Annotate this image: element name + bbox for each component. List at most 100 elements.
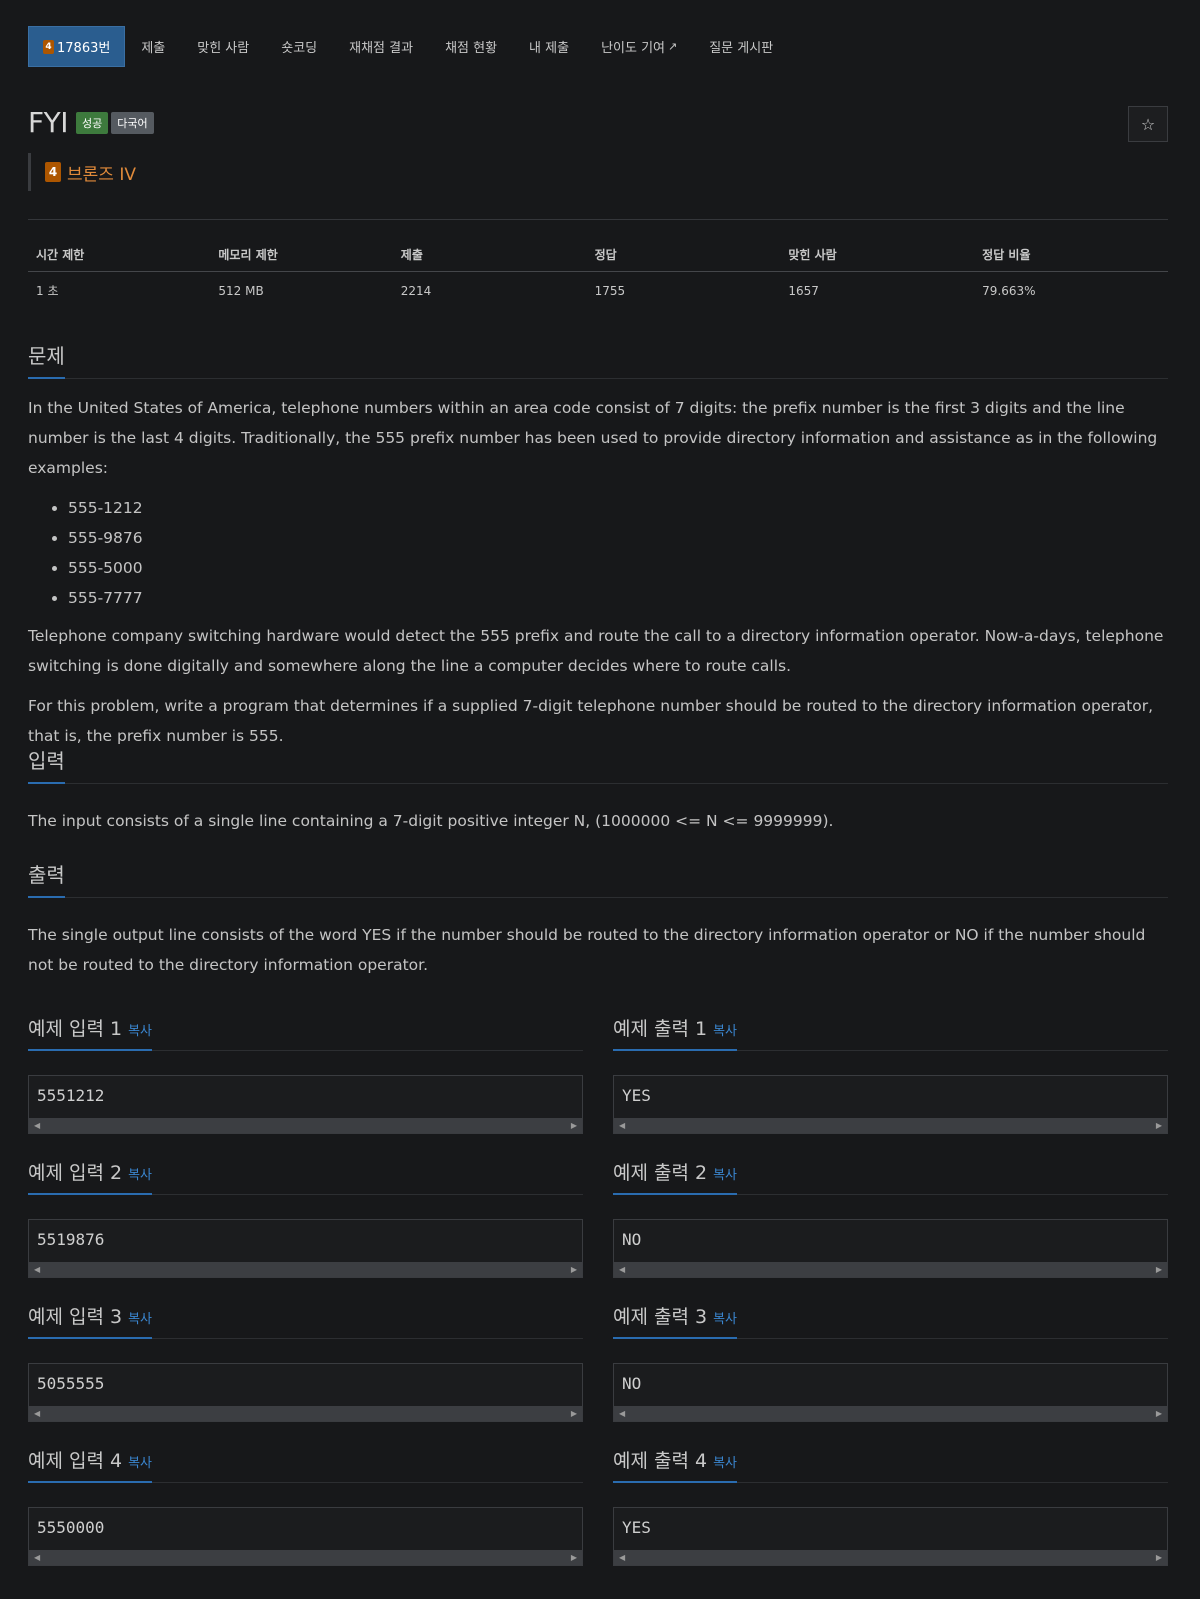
- list-item: 555-5000: [68, 553, 1168, 583]
- sample-data-box[interactable]: NO ◀ ▶: [613, 1219, 1168, 1278]
- sample-data: 5519876: [37, 1230, 105, 1249]
- problem-nav: 4 17863번 제출 맞힌 사람 숏코딩 재채점 결과 채점 현황 내 제출 …: [28, 26, 789, 67]
- table-row: 1 초 512 MB 2214 1755 1657 79.663%: [28, 272, 1168, 308]
- ratio-value: 79.663%: [982, 283, 1036, 298]
- sample-data: YES: [622, 1086, 651, 1105]
- sample-data: NO: [622, 1374, 642, 1393]
- copy-button[interactable]: 복사: [128, 1024, 152, 1039]
- description-paragraph: For this problem, write a program that d…: [28, 697, 1154, 745]
- scroll-right-icon[interactable]: ▶: [1156, 1409, 1162, 1418]
- tab-my-submissions[interactable]: 내 제출: [513, 26, 585, 67]
- scroll-left-icon[interactable]: ◀: [34, 1121, 40, 1130]
- sample-output-1: 예제 출력 1 복사 YES ◀ ▶: [613, 1014, 1168, 1134]
- solvers-value: 1657: [788, 283, 819, 298]
- external-link-icon: ↗: [668, 40, 678, 53]
- sample-data-box[interactable]: 5551212 ◀ ▶: [28, 1075, 583, 1134]
- tab-solvers[interactable]: 맞힌 사람: [181, 26, 265, 67]
- output-text: The single output line consists of the w…: [28, 926, 1146, 974]
- bronze-tier-icon: 4: [45, 162, 61, 182]
- copy-button[interactable]: 복사: [713, 1456, 737, 1471]
- scroll-right-icon[interactable]: ▶: [571, 1409, 577, 1418]
- sample-input-2: 예제 입력 2 복사 5519876 ◀ ▶: [28, 1158, 583, 1278]
- sample-input-4: 예제 입력 4 복사 5550000 ◀ ▶: [28, 1446, 583, 1566]
- sample-input-1: 예제 입력 1 복사 5551212 ◀ ▶: [28, 1014, 583, 1134]
- section-header: 입력: [28, 743, 1168, 784]
- scroll-left-icon[interactable]: ◀: [34, 1265, 40, 1274]
- problem-tier: 4 브론즈 IV: [28, 153, 136, 191]
- copy-button[interactable]: 복사: [713, 1024, 737, 1039]
- col-solvers: 맞힌 사람: [780, 240, 975, 272]
- scroll-right-icon[interactable]: ▶: [571, 1265, 577, 1274]
- section-header: 예제 출력 1 복사: [613, 1014, 1168, 1051]
- copy-button[interactable]: 복사: [713, 1168, 737, 1183]
- horizontal-scrollbar[interactable]: ◀ ▶: [614, 1262, 1167, 1277]
- scroll-left-icon[interactable]: ◀: [619, 1265, 625, 1274]
- scroll-right-icon[interactable]: ▶: [1156, 1553, 1162, 1562]
- tab-my-submissions-label: 내 제출: [529, 41, 570, 56]
- scroll-left-icon[interactable]: ◀: [619, 1121, 625, 1130]
- tab-submit-label: 제출: [141, 41, 166, 56]
- tab-solvers-label: 맞힌 사람: [197, 41, 250, 56]
- sample-data-box[interactable]: YES ◀ ▶: [613, 1075, 1168, 1134]
- example-list: 555-1212 555-9876 555-5000 555-7777: [28, 493, 1168, 613]
- horizontal-scrollbar[interactable]: ◀ ▶: [614, 1406, 1167, 1421]
- sample-data-box[interactable]: NO ◀ ▶: [613, 1363, 1168, 1422]
- horizontal-scrollbar[interactable]: ◀ ▶: [29, 1118, 582, 1133]
- sample-data-box[interactable]: 5519876 ◀ ▶: [28, 1219, 583, 1278]
- tab-submit[interactable]: 제출: [125, 26, 181, 67]
- sample-title: 예제 입력 4: [28, 1450, 123, 1472]
- scroll-right-icon[interactable]: ▶: [1156, 1265, 1162, 1274]
- section-header: 예제 입력 3 복사: [28, 1302, 583, 1339]
- tab-board[interactable]: 질문 게시판: [693, 26, 789, 67]
- status-badge-multilang: 다국어: [111, 111, 154, 134]
- sample-data-box[interactable]: 5055555 ◀ ▶: [28, 1363, 583, 1422]
- section-header: 출력: [28, 857, 1168, 898]
- status-badge-success: 성공: [75, 111, 109, 134]
- tab-short-coding[interactable]: 숏코딩: [265, 26, 333, 67]
- sample-data: 5550000: [37, 1518, 105, 1537]
- scroll-left-icon[interactable]: ◀: [34, 1409, 40, 1418]
- scroll-left-icon[interactable]: ◀: [619, 1553, 625, 1562]
- description-paragraph: Telephone company switching hardware wou…: [28, 627, 1164, 675]
- scroll-left-icon[interactable]: ◀: [34, 1553, 40, 1562]
- copy-button[interactable]: 복사: [713, 1312, 737, 1327]
- col-ratio: 정답 비율: [974, 240, 1168, 272]
- memory-limit-value: 512 MB: [218, 283, 264, 298]
- sample-data-box[interactable]: YES ◀ ▶: [613, 1507, 1168, 1566]
- horizontal-scrollbar[interactable]: ◀ ▶: [29, 1550, 582, 1565]
- section-title: 입력: [28, 745, 65, 784]
- section-title: 출력: [28, 859, 65, 898]
- sample-output-2: 예제 출력 2 복사 NO ◀ ▶: [613, 1158, 1168, 1278]
- section-header: 문제: [28, 338, 1168, 379]
- copy-button[interactable]: 복사: [128, 1312, 152, 1327]
- tab-status[interactable]: 채점 현황: [429, 26, 513, 67]
- col-memory-limit: 메모리 제한: [210, 240, 393, 272]
- scroll-right-icon[interactable]: ▶: [571, 1121, 577, 1130]
- section-header: 예제 출력 3 복사: [613, 1302, 1168, 1339]
- horizontal-scrollbar[interactable]: ◀ ▶: [29, 1406, 582, 1421]
- sample-title: 예제 출력 3: [613, 1306, 708, 1328]
- tab-rejudge[interactable]: 재채점 결과: [333, 26, 429, 67]
- favorite-button[interactable]: ☆: [1128, 106, 1168, 142]
- sample-data: YES: [622, 1518, 651, 1537]
- horizontal-scrollbar[interactable]: ◀ ▶: [614, 1118, 1167, 1133]
- horizontal-scrollbar[interactable]: ◀ ▶: [614, 1550, 1167, 1565]
- tab-problem[interactable]: 4 17863번: [28, 26, 126, 67]
- sample-title: 예제 출력 1: [613, 1018, 708, 1040]
- copy-button[interactable]: 복사: [128, 1456, 152, 1471]
- horizontal-scrollbar[interactable]: ◀ ▶: [29, 1262, 582, 1277]
- sample-data: 5551212: [37, 1086, 105, 1105]
- sample-data-box[interactable]: 5550000 ◀ ▶: [28, 1507, 583, 1566]
- copy-button[interactable]: 복사: [128, 1168, 152, 1183]
- scroll-right-icon[interactable]: ▶: [571, 1553, 577, 1562]
- scroll-left-icon[interactable]: ◀: [619, 1409, 625, 1418]
- tab-difficulty[interactable]: 난이도 기여 ↗: [585, 26, 693, 67]
- problem-title: FYI: [28, 106, 68, 139]
- tier-label: 브론즈 IV: [67, 164, 136, 185]
- col-submissions: 제출: [392, 240, 587, 272]
- scroll-right-icon[interactable]: ▶: [1156, 1121, 1162, 1130]
- sample-data: NO: [622, 1230, 642, 1249]
- section-title: 예제 출력 3 복사: [613, 1302, 738, 1339]
- list-item: 555-9876: [68, 523, 1168, 553]
- section-header: 예제 출력 4 복사: [613, 1446, 1168, 1483]
